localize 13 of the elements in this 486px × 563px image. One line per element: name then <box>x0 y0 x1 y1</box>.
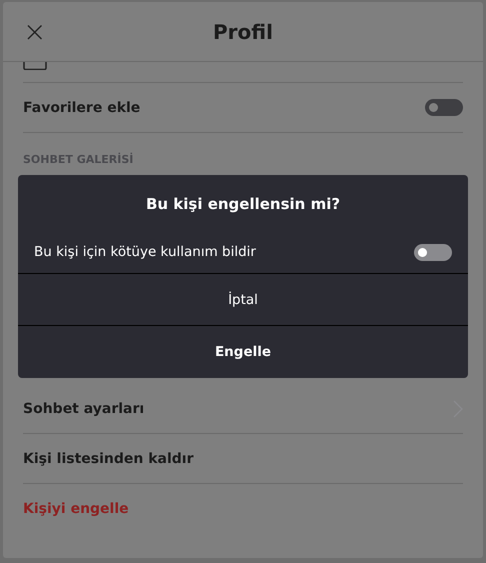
row-label: Favorilere ekle <box>23 100 140 116</box>
toggle-switch[interactable] <box>425 99 463 116</box>
menu-item[interactable]: Kişi listesinden kaldır <box>23 450 194 466</box>
toggle-switch[interactable] <box>414 244 452 260</box>
close-button[interactable]: × <box>23 18 46 46</box>
menu-item[interactable]: Sohbet ayarları <box>23 400 144 416</box>
dialog-title: Bu kişi engellensin mi? <box>144 194 342 215</box>
block-link[interactable]: Kişiyi engelle <box>23 500 129 516</box>
cancel-button[interactable]: İptal <box>18 274 468 326</box>
option-label: Bu kişi için kötüye kullanım bildir <box>34 244 256 260</box>
panel-title: Profil <box>213 20 273 44</box>
profile-card-icon <box>23 62 47 70</box>
block-button[interactable]: Engelle <box>18 326 468 378</box>
